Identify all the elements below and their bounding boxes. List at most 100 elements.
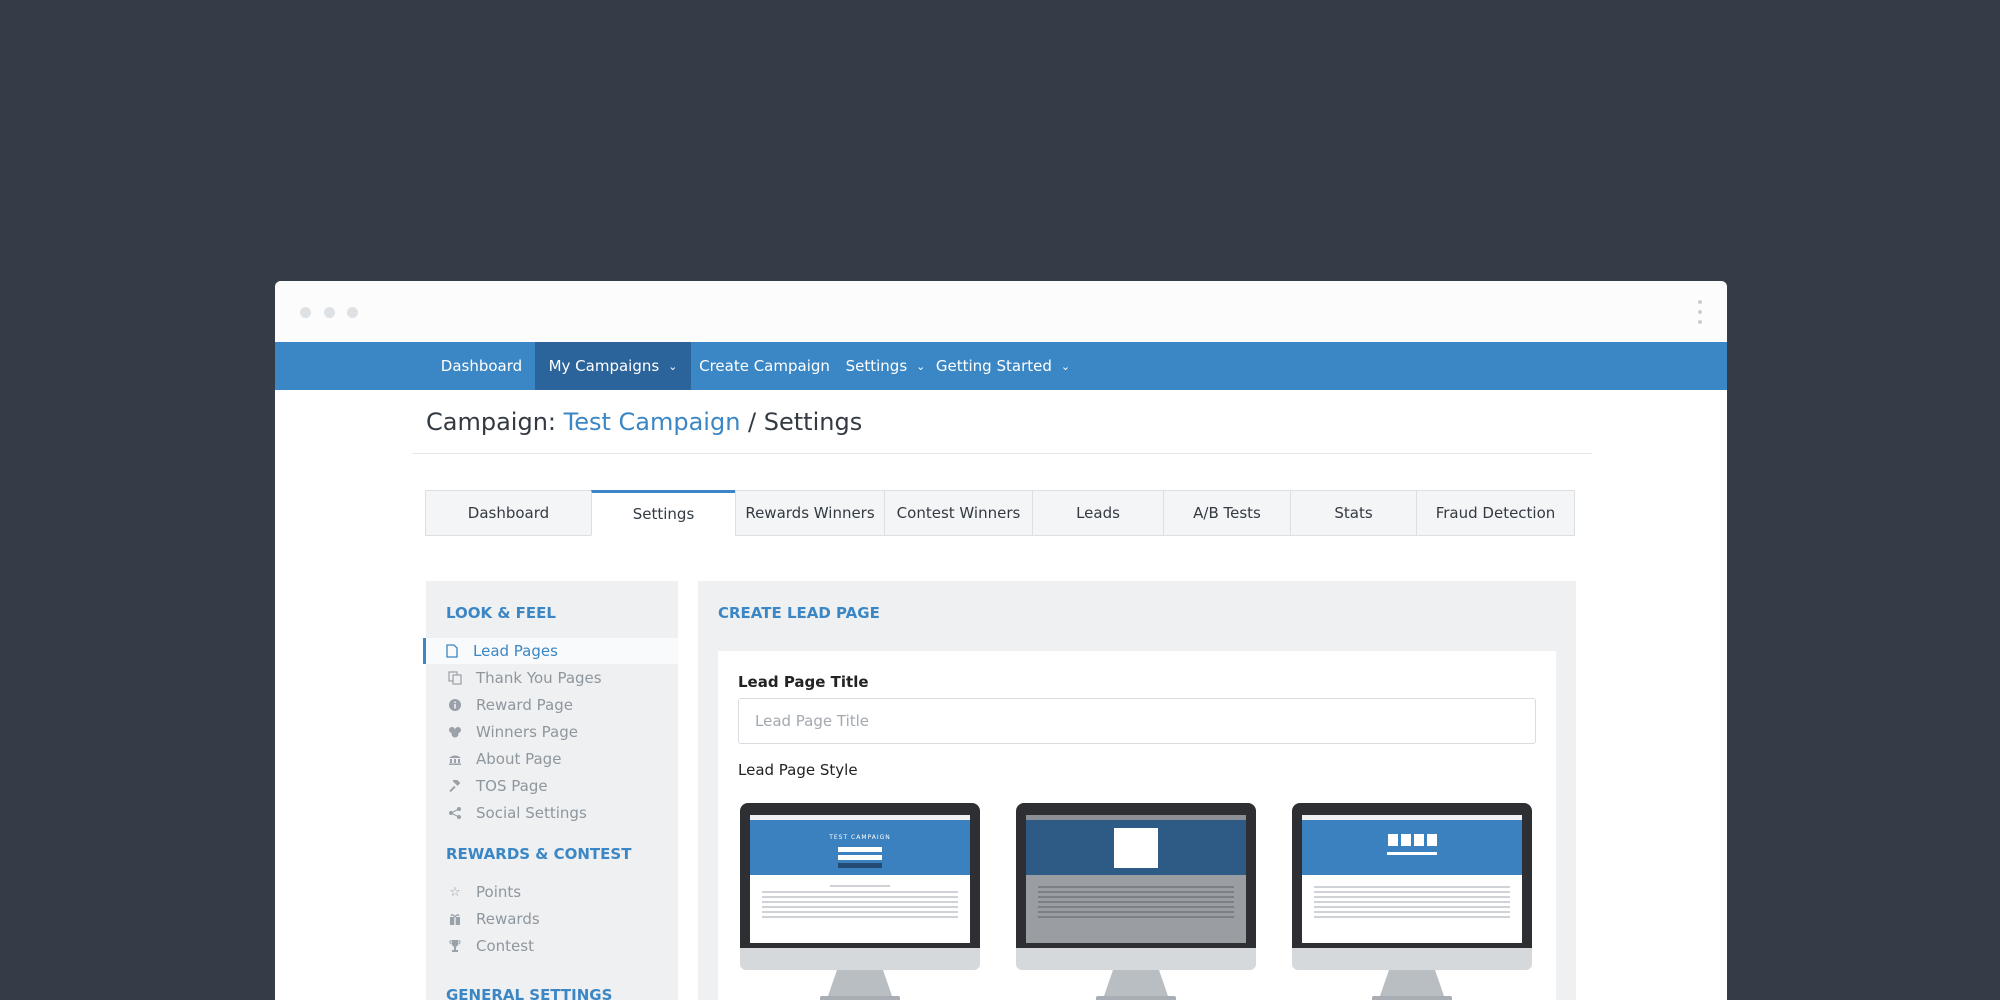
tab-stats[interactable]: Stats — [1290, 490, 1417, 536]
tab-ab-tests[interactable]: A/B Tests — [1163, 490, 1291, 536]
more-vertical-icon[interactable] — [1697, 300, 1703, 326]
sidebar-item-about-page[interactable]: About Page — [426, 746, 678, 772]
lead-style-option-1[interactable]: TEST CAMPAIGN — [740, 803, 980, 1000]
nav-settings-label: Settings — [845, 357, 908, 375]
chevron-down-icon: ⌄ — [1060, 359, 1071, 373]
sidebar-item-label: Lead Pages — [473, 642, 558, 660]
users-icon — [447, 724, 463, 740]
sidebar-item-contest[interactable]: Contest — [426, 933, 678, 959]
style-preview-2 — [1026, 815, 1246, 943]
monitor-chin — [1292, 948, 1532, 970]
lead-page-title-input[interactable] — [738, 698, 1536, 744]
file-icon — [444, 643, 460, 659]
sidebar-item-label: About Page — [476, 750, 562, 768]
nav-dashboard[interactable]: Dashboard — [426, 342, 537, 390]
trophy-icon — [447, 938, 463, 954]
page-title-prefix: Campaign: — [426, 408, 564, 436]
nav-my-campaigns-label: My Campaigns — [548, 357, 660, 375]
tab-leads-label: Leads — [1076, 504, 1120, 522]
sidebar-item-label: TOS Page — [476, 777, 548, 795]
tab-stats-label: Stats — [1334, 504, 1373, 522]
tab-settings-label: Settings — [632, 505, 695, 523]
top-navbar: Dashboard My Campaigns ⌄ Create Campaign… — [275, 342, 1727, 390]
sidebar-item-tos-page[interactable]: TOS Page — [426, 773, 678, 799]
campaign-tabs: Dashboard Settings Rewards Winners Conte… — [425, 490, 1576, 536]
sidebar-item-label: Reward Page — [476, 696, 573, 714]
monitor-base — [1372, 996, 1452, 1000]
tab-rewards-winners[interactable]: Rewards Winners — [735, 490, 885, 536]
lead-page-style-label: Lead Page Style — [738, 761, 858, 779]
tab-ab-tests-label: A/B Tests — [1193, 504, 1261, 522]
lead-page-form: Lead Page Title Lead Page Style TEST CAM… — [718, 651, 1556, 1000]
sidebar-item-lead-pages[interactable]: Lead Pages — [423, 638, 678, 664]
tab-fraud-detection-label: Fraud Detection — [1435, 504, 1556, 522]
nav-my-campaigns[interactable]: My Campaigns ⌄ — [535, 342, 691, 390]
browser-window: Dashboard My Campaigns ⌄ Create Campaign… — [275, 281, 1727, 1000]
monitor-base — [1096, 996, 1176, 1000]
lead-style-option-3[interactable] — [1292, 803, 1532, 1000]
settings-sidebar: LOOK & FEEL Lead Pages Thank You Pages R… — [423, 581, 678, 1000]
sidebar-item-points[interactable]: ☆ Points — [426, 879, 678, 905]
monitor-stand — [828, 970, 892, 996]
sidebar-item-label: Winners Page — [476, 723, 578, 741]
sidebar-item-label: Rewards — [476, 910, 540, 928]
nav-getting-started[interactable]: Getting Started ⌄ — [933, 342, 1073, 390]
nav-getting-started-label: Getting Started — [935, 357, 1052, 375]
sidebar-item-label: Points — [476, 883, 522, 901]
star-icon: ☆ — [449, 884, 461, 900]
tab-dashboard[interactable]: Dashboard — [425, 490, 592, 536]
tab-leads[interactable]: Leads — [1032, 490, 1164, 536]
sidebar-item-label: Contest — [476, 937, 534, 955]
monitor-chin — [740, 948, 980, 970]
sidebar-item-thank-you-pages[interactable]: Thank You Pages — [426, 665, 678, 691]
create-lead-page-heading: CREATE LEAD PAGE — [718, 604, 880, 622]
chevron-down-icon: ⌄ — [916, 359, 926, 373]
monitor-chin — [1016, 948, 1256, 970]
page-title-suffix: / Settings — [740, 408, 863, 436]
monitor-bezel: TEST CAMPAIGN — [740, 803, 980, 948]
title-divider — [412, 453, 1592, 454]
copy-icon — [447, 670, 463, 686]
nav-dashboard-label: Dashboard — [440, 357, 523, 375]
tab-rewards-winners-label: Rewards Winners — [745, 504, 875, 522]
nav-create-campaign[interactable]: Create Campaign — [691, 342, 838, 390]
monitor-stand — [1104, 970, 1168, 996]
tab-settings[interactable]: Settings — [591, 490, 736, 536]
monitor-bezel — [1292, 803, 1532, 948]
window-close-dot[interactable] — [300, 307, 311, 318]
tab-contest-winners[interactable]: Contest Winners — [884, 490, 1033, 536]
sidebar-item-winners-page[interactable]: Winners Page — [426, 719, 678, 745]
campaign-name-link[interactable]: Test Campaign — [564, 408, 741, 436]
window-maximize-dot[interactable] — [347, 307, 358, 318]
sidebar-item-social-settings[interactable]: Social Settings — [426, 800, 678, 826]
sidebar-item-label: Social Settings — [476, 804, 587, 822]
chevron-down-icon: ⌄ — [668, 359, 678, 373]
gavel-icon — [447, 778, 463, 794]
window-titlebar — [275, 281, 1727, 342]
window-minimize-dot[interactable] — [324, 307, 335, 318]
sidebar-item-rewards[interactable]: Rewards — [426, 906, 678, 932]
page-title: Campaign: Test Campaign / Settings — [426, 408, 862, 436]
sidebar-item-label: Thank You Pages — [476, 669, 602, 687]
look-feel-heading: LOOK & FEEL — [446, 604, 556, 622]
info-icon — [447, 697, 463, 713]
style-preview-3 — [1302, 815, 1522, 943]
lead-style-option-2[interactable] — [1016, 803, 1256, 1000]
tab-dashboard-label: Dashboard — [467, 504, 550, 522]
rewards-contest-heading: REWARDS & CONTEST — [446, 845, 632, 863]
general-settings-heading: GENERAL SETTINGS — [446, 986, 613, 1000]
sidebar-item-reward-page[interactable]: Reward Page — [426, 692, 678, 718]
share-icon — [447, 805, 463, 821]
lead-page-title-label: Lead Page Title — [738, 673, 869, 691]
style-preview-1: TEST CAMPAIGN — [750, 815, 970, 943]
gift-icon — [447, 911, 463, 927]
bank-icon — [447, 751, 463, 767]
monitor-bezel — [1016, 803, 1256, 948]
nav-create-campaign-label: Create Campaign — [699, 357, 830, 375]
create-lead-page-panel: CREATE LEAD PAGE Lead Page Title Lead Pa… — [698, 581, 1576, 1000]
tab-contest-winners-label: Contest Winners — [896, 504, 1021, 522]
nav-settings[interactable]: Settings ⌄ — [838, 342, 933, 390]
monitor-stand — [1380, 970, 1444, 996]
monitor-base — [820, 996, 900, 1000]
tab-fraud-detection[interactable]: Fraud Detection — [1416, 490, 1575, 536]
